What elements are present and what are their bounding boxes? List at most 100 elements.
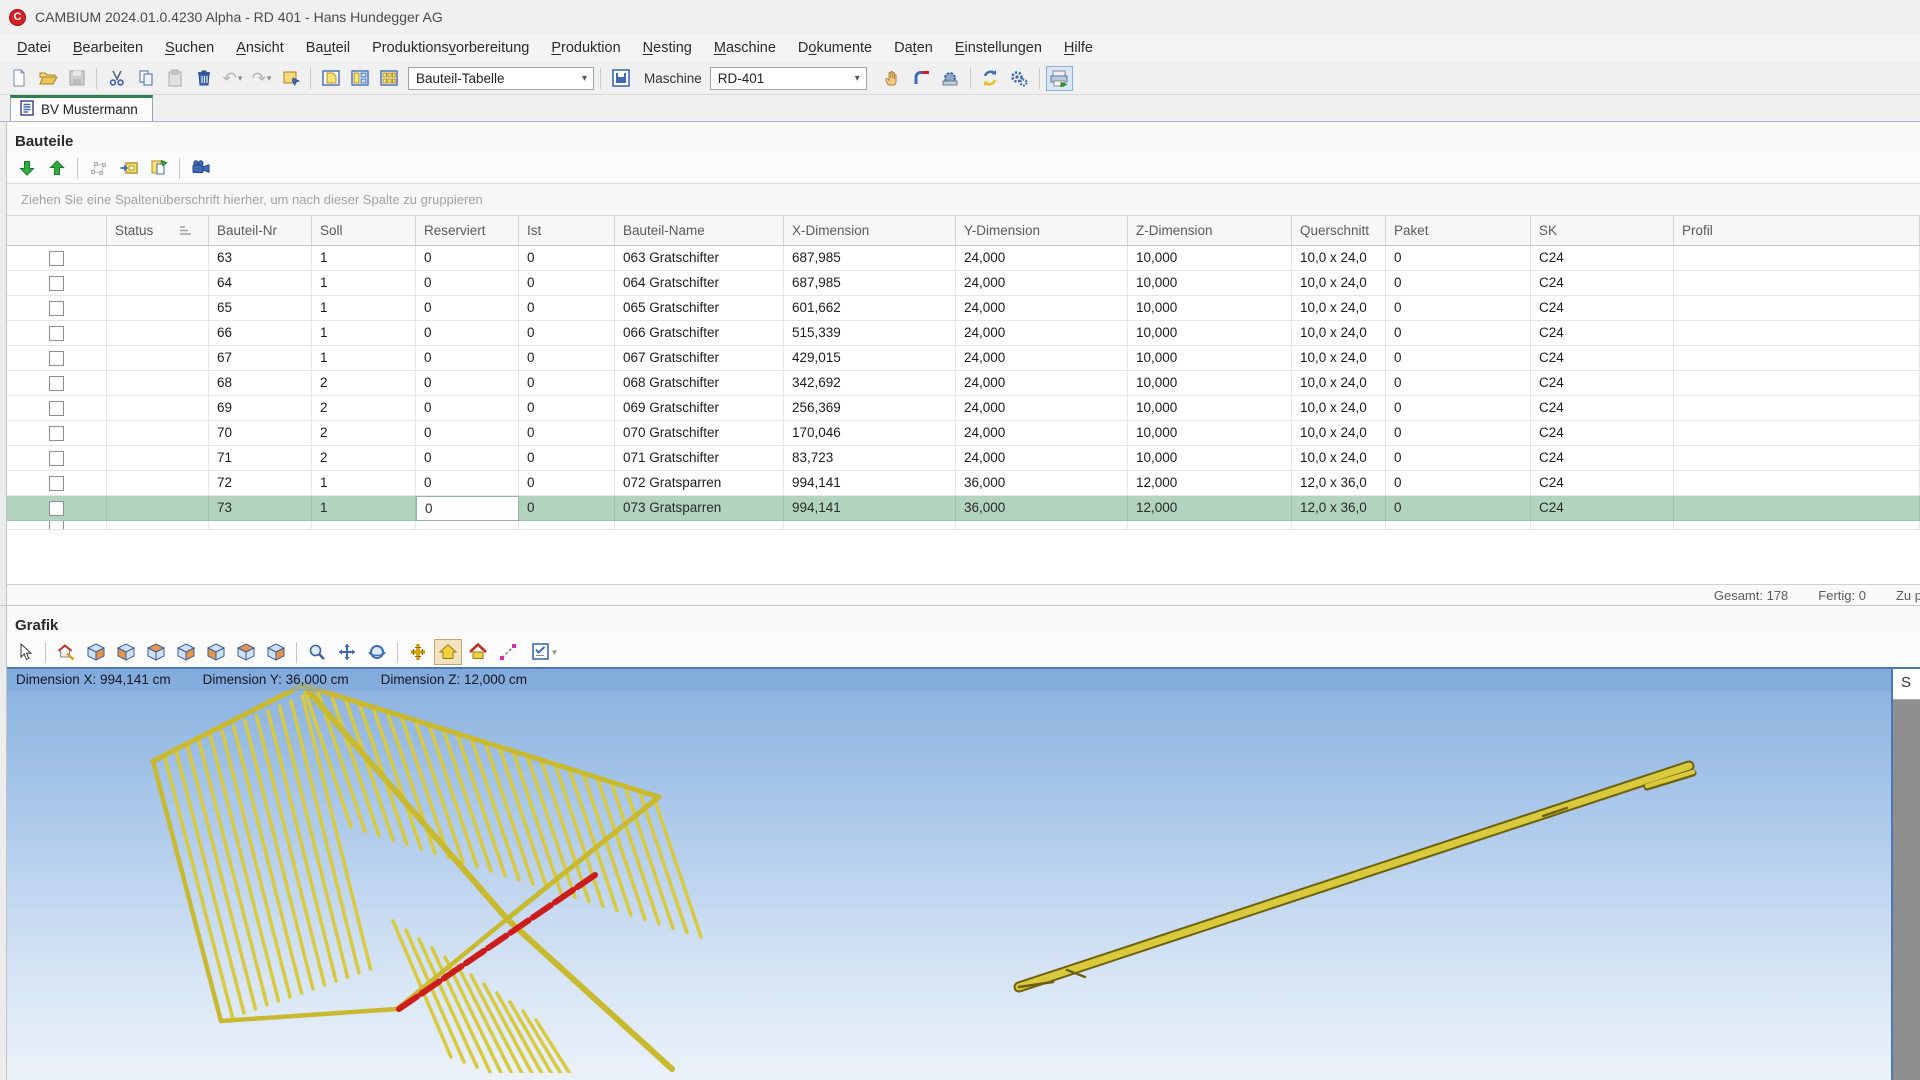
row-checkbox[interactable] (49, 451, 64, 466)
table-row[interactable]: 69200069 Gratschifter256,36924,00010,000… (7, 396, 1920, 421)
bauteile-panel: Bauteile Ziehen Sie eine Spaltenüberschr… (0, 122, 1920, 605)
menu-ansicht[interactable]: Ansicht (225, 34, 295, 62)
saw-machine-icon[interactable] (937, 66, 964, 91)
table-row[interactable]: 71200071 Gratschifter83,72324,00010,0001… (7, 446, 1920, 471)
column-header-profil[interactable]: Profil (1674, 216, 1920, 246)
column-header-reserviert[interactable]: Reserviert (416, 216, 519, 246)
undo-icon[interactable]: ↶▾ (219, 66, 246, 91)
menu-produktionsvorbereitung[interactable]: Produktionsvorbereitung (361, 34, 540, 62)
column-header-paket[interactable]: Paket (1386, 216, 1531, 246)
column-header-bauteil-nr[interactable]: Bauteil-Nr (209, 216, 312, 246)
column-header-querschnitt[interactable]: Querschnitt (1292, 216, 1386, 246)
row-checkbox[interactable] (49, 326, 64, 341)
view-panels-icon[interactable] (346, 66, 373, 91)
feed-icon[interactable] (908, 66, 935, 91)
menu-einstellungen[interactable]: Einstellungen (944, 34, 1053, 62)
view-document-icon[interactable] (317, 66, 344, 91)
refresh-icon[interactable] (977, 66, 1004, 91)
menu-bearbeiten[interactable]: Bearbeiten (62, 34, 154, 62)
row-checkbox[interactable] (49, 476, 64, 491)
camera-icon[interactable] (187, 156, 214, 181)
row-checkbox[interactable] (49, 426, 64, 441)
column-header-select[interactable] (7, 216, 107, 246)
table-row[interactable]: 72100072 Gratsparren994,14136,00012,0001… (7, 471, 1920, 496)
component-view-select[interactable]: Bauteil-Tabelle▾ (408, 67, 594, 90)
view-iso-icon[interactable] (82, 639, 110, 665)
column-header-status[interactable]: Status (107, 216, 209, 246)
print-transfer-icon[interactable] (1046, 66, 1073, 91)
table-row[interactable]: 67100067 Gratschifter429,01524,00010,000… (7, 346, 1920, 371)
redo-icon[interactable]: ↷▾ (248, 66, 275, 91)
menu-maschine[interactable]: Maschine (703, 34, 787, 62)
menu-daten[interactable]: Daten (883, 34, 944, 62)
column-header-soll[interactable]: Soll (312, 216, 416, 246)
column-header-bauteil-name[interactable]: Bauteil-Name (615, 216, 784, 246)
column-header-ist[interactable]: Ist (519, 216, 615, 246)
project-transfer-icon[interactable] (277, 66, 304, 91)
row-checkbox[interactable] (49, 276, 64, 291)
view-right-icon[interactable] (172, 639, 200, 665)
row-checkbox[interactable] (49, 251, 64, 266)
table-row[interactable]: 66100066 Gratschifter515,33924,00010,000… (7, 321, 1920, 346)
settings-gears-icon[interactable] (1006, 66, 1033, 91)
view-bottom-icon[interactable] (262, 639, 290, 665)
move-down-icon[interactable] (13, 156, 40, 181)
column-header-y-dimension[interactable]: Y-Dimension (956, 216, 1128, 246)
paste-icon[interactable] (161, 66, 188, 91)
table-row[interactable]: 64100064 Gratschifter687,98524,00010,000… (7, 271, 1920, 296)
view-top-icon[interactable] (142, 639, 170, 665)
menu-hilfe[interactable]: Hilfe (1053, 34, 1104, 62)
cut-icon[interactable] (103, 66, 130, 91)
home-view-icon[interactable] (52, 639, 80, 665)
table-row[interactable]: 68200068 Gratschifter342,69224,00010,000… (7, 371, 1920, 396)
shaded-view-icon[interactable] (434, 639, 462, 665)
import-parts-icon[interactable] (115, 156, 142, 181)
table-row[interactable]: 70200070 Gratschifter170,04624,00010,000… (7, 421, 1920, 446)
orbit-icon[interactable] (363, 639, 391, 665)
table-row[interactable]: 65100065 Gratschifter601,66224,00010,000… (7, 296, 1920, 321)
copy-part-icon[interactable] (145, 156, 172, 181)
machine-save-icon[interactable] (607, 66, 634, 91)
display-options-icon[interactable]: ▾ (524, 639, 564, 665)
menu-dokumente[interactable]: Dokumente (787, 34, 883, 62)
menu-produktion[interactable]: Produktion (540, 34, 631, 62)
hand-pan-icon[interactable] (879, 66, 906, 91)
move-up-icon[interactable] (43, 156, 70, 181)
view-left-icon[interactable] (202, 639, 230, 665)
open-folder-icon[interactable] (34, 66, 61, 91)
viewport-3d[interactable]: Dimension X: 994,141 cm Dimension Y: 36,… (7, 667, 1920, 1080)
copy-icon[interactable] (132, 66, 159, 91)
row-checkbox[interactable] (49, 351, 64, 366)
pan-icon[interactable] (333, 639, 361, 665)
column-header-z-dimension[interactable]: Z-Dimension (1128, 216, 1292, 246)
menu-suchen[interactable]: Suchen (154, 34, 225, 62)
view-back-icon[interactable] (232, 639, 260, 665)
menu-nesting[interactable]: Nesting (632, 34, 703, 62)
dimension-lines-icon[interactable] (494, 639, 522, 665)
delete-icon[interactable] (190, 66, 217, 91)
new-document-icon[interactable] (5, 66, 32, 91)
view-table-icon[interactable] (375, 66, 402, 91)
machine-select[interactable]: RD-401▾ (710, 67, 867, 90)
row-checkbox[interactable] (49, 376, 64, 391)
shaded-roof-view-icon[interactable] (464, 639, 492, 665)
save-icon[interactable] (63, 66, 90, 91)
tab-bv-mustermann[interactable]: BV Mustermann (10, 95, 153, 121)
view-front-icon[interactable] (112, 639, 140, 665)
zoom-icon[interactable] (303, 639, 331, 665)
measure-ruler-icon[interactable] (404, 639, 432, 665)
column-header-sk[interactable]: SK (1531, 216, 1674, 246)
column-header-x-dimension[interactable]: X-Dimension (784, 216, 956, 246)
table-row[interactable]: 63100063 Gratschifter687,98524,00010,000… (7, 246, 1920, 271)
table-row[interactable]: 73100073 Gratsparren994,14136,00012,0001… (7, 496, 1920, 521)
row-checkbox[interactable] (49, 301, 64, 316)
row-checkbox[interactable] (49, 401, 64, 416)
collapsed-side-panel[interactable]: S (1891, 669, 1920, 1080)
column-header-label: SK (1539, 223, 1557, 238)
polygon-select-icon[interactable] (85, 156, 112, 181)
menu-bauteil[interactable]: Bauteil (295, 34, 361, 62)
menu-datei[interactable]: Datei (6, 34, 62, 62)
cell (107, 346, 209, 371)
pointer-icon[interactable] (11, 639, 39, 665)
row-checkbox[interactable] (49, 501, 64, 516)
